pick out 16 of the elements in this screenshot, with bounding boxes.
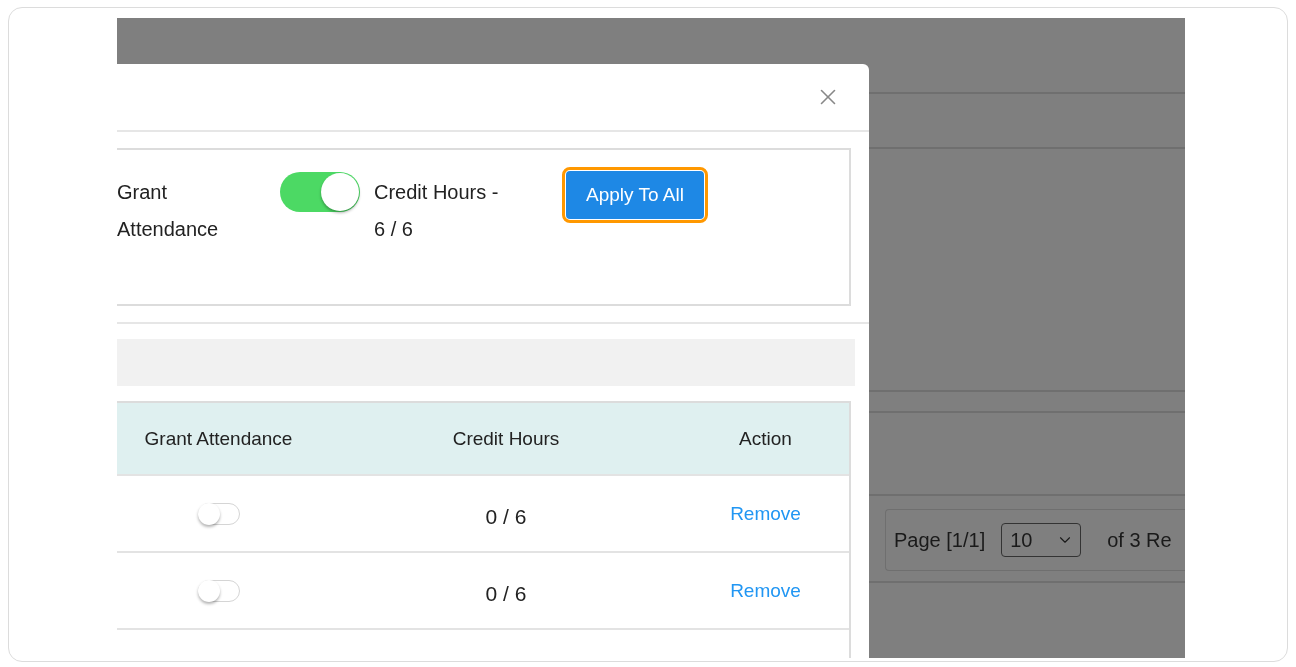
credit-hours-cell: 0 / 6	[485, 504, 527, 529]
column-header: Credit Hours	[452, 427, 560, 450]
page-size-select[interactable]: 10	[1001, 523, 1082, 557]
apply-to-all-button[interactable]: Apply To All	[566, 171, 704, 219]
credit-hours-cell: 0 / 6	[485, 581, 527, 606]
page-indicator: Page [1/1]	[894, 528, 986, 552]
remove-link[interactable]: Remove	[730, 579, 801, 602]
toggle-switch[interactable]	[280, 172, 360, 212]
records-count: of 3 Re	[1107, 528, 1172, 552]
grant-attendance-label: Grant Attendance	[117, 180, 220, 242]
column-header: Action	[739, 427, 792, 450]
toggle-switch[interactable]	[197, 502, 240, 525]
column-header: Grant Attendance	[144, 427, 293, 450]
remove-link[interactable]: Remove	[730, 502, 801, 525]
credit-hours-label: Credit Hours - 6 / 6	[374, 180, 499, 242]
toggle-switch[interactable]	[197, 579, 240, 602]
